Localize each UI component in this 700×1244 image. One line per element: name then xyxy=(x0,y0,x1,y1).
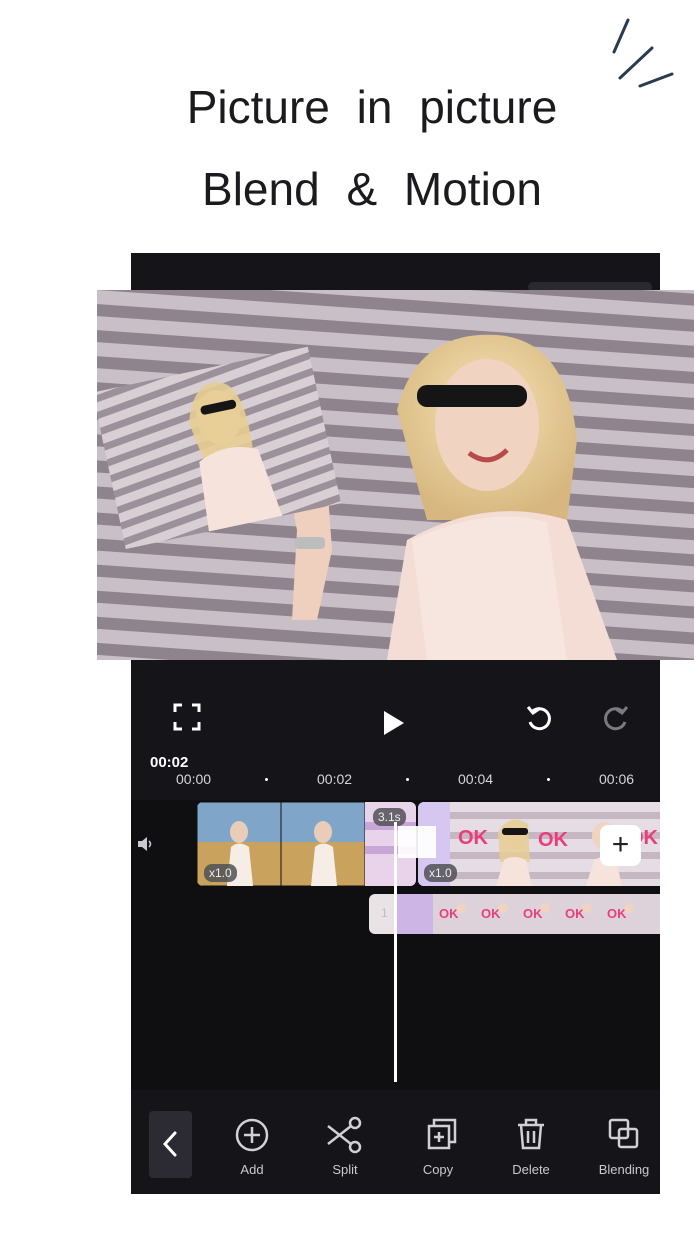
ruler-tick: 00:06 xyxy=(599,771,635,787)
fullscreen-icon[interactable] xyxy=(172,702,202,732)
add-label: Add xyxy=(240,1162,264,1177)
back-button[interactable] xyxy=(149,1111,192,1178)
undo-icon[interactable] xyxy=(524,703,554,733)
trash-icon xyxy=(518,1118,544,1150)
scissors-icon xyxy=(327,1116,362,1154)
ruler-tick: 00:02 xyxy=(317,771,353,787)
overlay-thumbnails: OK OK OK OK OK xyxy=(397,894,660,934)
svg-text:OK: OK xyxy=(538,829,569,851)
ruler-dot xyxy=(406,778,409,781)
transition-duration-badge[interactable]: 3.1s xyxy=(373,808,406,826)
blending-button[interactable]: Blending xyxy=(589,1112,659,1177)
svg-text:OK: OK xyxy=(458,827,489,849)
playhead-line[interactable] xyxy=(394,822,397,1082)
clip-2-speed-badge: x1.0 xyxy=(424,864,457,882)
split-label: Split xyxy=(332,1162,358,1177)
copy-label: Copy xyxy=(422,1162,454,1177)
delete-button[interactable]: Delete xyxy=(496,1112,566,1177)
add-clip-button[interactable]: + xyxy=(600,825,641,866)
chevron-left-icon xyxy=(162,1131,177,1157)
blend-icon xyxy=(608,1118,639,1149)
sparkle-decoration-icon xyxy=(612,18,674,88)
headline-line-1: Picture in picture xyxy=(186,81,558,133)
ruler-tick: 00:04 xyxy=(458,771,494,787)
preview-image xyxy=(97,290,694,660)
volume-icon[interactable] xyxy=(137,836,155,852)
add-button[interactable]: Add xyxy=(217,1112,287,1177)
play-icon[interactable] xyxy=(380,708,408,738)
ruler-tick: 00:00 xyxy=(176,771,212,787)
ruler-dot xyxy=(547,778,550,781)
blending-label: Blending xyxy=(598,1162,650,1177)
overlay-track-clip[interactable]: OK OK OK OK OK xyxy=(369,894,660,934)
playhead-handle[interactable] xyxy=(398,826,436,858)
copy-icon xyxy=(427,1118,457,1150)
redo-icon[interactable] xyxy=(601,703,631,733)
add-circle-icon xyxy=(235,1118,269,1152)
delete-label: Delete xyxy=(512,1162,550,1177)
ruler-dot xyxy=(265,778,268,781)
current-time: 00:02 xyxy=(150,754,189,771)
split-button[interactable]: Split xyxy=(310,1112,380,1177)
headline-line-2: Blend & Motion xyxy=(202,163,542,215)
copy-button[interactable]: Copy xyxy=(403,1112,473,1177)
clip-1-speed-badge: x1.0 xyxy=(204,864,237,882)
overlay-track-index: 1 xyxy=(381,906,388,920)
video-preview[interactable] xyxy=(97,290,694,660)
